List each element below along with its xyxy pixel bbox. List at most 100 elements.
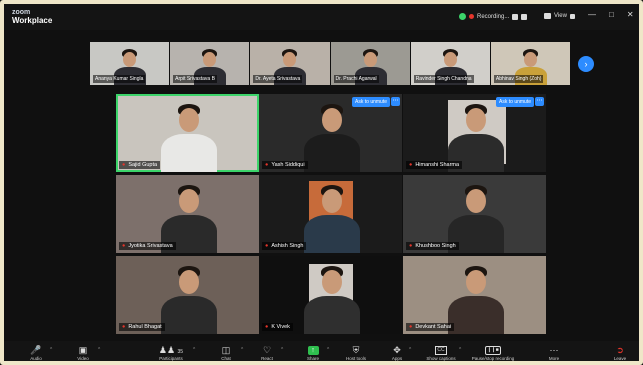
stop-icon[interactable] [521, 13, 528, 20]
mic-muted-icon: ● [265, 324, 269, 330]
react-options-icon[interactable]: ⌃ [280, 347, 284, 353]
participant-label: ● Ashish Singh [262, 242, 307, 250]
recording-text: Recording... [477, 13, 510, 20]
video-tile[interactable]: ● Rahul Bhagat [116, 256, 259, 334]
maximize-icon[interactable]: □ [609, 10, 614, 19]
minimize-icon[interactable]: — [588, 10, 596, 19]
host-tools-button[interactable]: ⛨ Host tools [334, 344, 378, 361]
view-options-icon [569, 13, 575, 19]
ask-to-unmute-button[interactable]: Ask to unmute [496, 97, 534, 107]
pause-icon[interactable] [512, 13, 519, 20]
more-button[interactable]: ⋯ More [532, 344, 576, 361]
chat-label: Chat [221, 356, 231, 361]
share-options-icon[interactable]: ⌃ [326, 347, 330, 353]
apps-button[interactable]: ✥ Apps [375, 344, 419, 361]
participant-label: ● Devkant Sahai [406, 323, 455, 331]
grid-icon [544, 13, 551, 19]
video-tile[interactable]: ● Khushboo Singh [403, 175, 546, 253]
participant-label: ● Yash Siddiqui [262, 161, 308, 169]
tile-more-icon[interactable]: ⋯ [535, 97, 544, 106]
filmstrip-tile[interactable]: Ravinder Singh Chandna [410, 42, 490, 85]
mic-muted-icon: ● [122, 324, 126, 330]
participant-name: Arpit Srivastava B [173, 75, 217, 83]
participant-name: Abhinav Singh (Zoh) [493, 75, 544, 83]
participants-label: Participants [159, 356, 183, 361]
participant-label: ● Khushboo Singh [406, 242, 459, 250]
mic-muted-icon: ● [265, 243, 269, 249]
video-options-icon[interactable]: ⌃ [97, 347, 101, 353]
mic-muted-icon: ● [409, 162, 413, 168]
captions-icon: CC [435, 346, 447, 356]
video-tile[interactable]: ● Jyotika Srivastava [116, 175, 259, 253]
shield-icon [459, 13, 466, 20]
filmstrip: Ananya Kumar Singla Arpit Srivastava B Dr.… [90, 42, 571, 85]
react-label: React [261, 356, 273, 361]
mic-muted-icon: ● [409, 243, 413, 249]
captions-button[interactable]: CC Show captions [419, 344, 463, 361]
participant-name: Ananya Kumar Singla [93, 75, 146, 83]
filmstrip-tile[interactable]: Arpit Srivastava B [170, 42, 250, 85]
video-tile[interactable]: ● K Vivek [259, 256, 402, 334]
recording-status[interactable]: Recording... [459, 13, 528, 20]
filmstrip-tile[interactable]: Ananya Kumar Singla [90, 42, 170, 85]
participants-icon: ♟♟ 35 [158, 345, 184, 355]
video-tile[interactable]: ● Devkant Sahai [403, 256, 546, 334]
tile-more-icon[interactable]: ⋯ [391, 97, 400, 106]
recording-control-button[interactable]: ❙❙■ Pause/stop recording [471, 344, 515, 361]
participants-options-icon[interactable]: ⌃ [192, 347, 196, 353]
mic-muted-icon: ● [409, 324, 413, 330]
filmstrip-next-button[interactable]: › [578, 56, 594, 72]
participant-name: Ashish Singh [271, 243, 304, 249]
filmstrip-tile[interactable]: Dr. Prachi Agarwal [330, 42, 410, 85]
leave-button[interactable]: ➲ Leave [604, 344, 636, 361]
video-tile[interactable]: ● Sajid Gupta [116, 94, 259, 172]
participant-name: Ravinder Singh Chandna [413, 75, 474, 83]
video-tile[interactable]: ● Ashish Singh [259, 175, 402, 253]
chat-options-icon[interactable]: ⌃ [240, 347, 244, 353]
participant-name: K Vivek [271, 324, 290, 330]
leave-icon: ➲ [616, 345, 624, 355]
ask-to-unmute-button[interactable]: Ask to unmute [352, 97, 390, 107]
mic-muted-icon: ● [122, 162, 126, 168]
participant-name: Himanshi Sharma [415, 162, 460, 168]
video-tile[interactable]: Ask to unmute ⋯ ● Himanshi Sharma [403, 94, 546, 172]
participant-label: ● Rahul Bhagat [119, 323, 165, 331]
filmstrip-tile[interactable]: Dr. Ayeta Srivastava [250, 42, 330, 85]
participants-button[interactable]: ♟♟ 35 Participants [149, 344, 193, 361]
participant-name: Jyotika Srivastava [128, 243, 173, 249]
zoom-logo: zoom Workplace [12, 9, 52, 25]
title-bar: zoom Workplace Recording... View — □ ✕ [4, 4, 639, 30]
view-button[interactable]: View [544, 13, 575, 19]
share-label: Share [306, 356, 319, 361]
captions-options-icon[interactable]: ⌃ [458, 347, 462, 353]
audio-options-icon[interactable]: ⌃ [49, 347, 53, 353]
video-label: Video [77, 356, 89, 361]
recording-control-label: Pause/stop recording [471, 356, 515, 361]
captions-label: Show captions [426, 356, 456, 361]
mic-muted-icon: ● [122, 243, 126, 249]
mic-muted-icon: ● [265, 162, 269, 168]
host-tools-label: Host tools [345, 356, 366, 361]
video-tile[interactable]: Ask to unmute ⋯ ● Yash Siddiqui [259, 94, 402, 172]
participant-name: Sajid Gupta [128, 162, 158, 168]
apps-options-icon[interactable]: ⌃ [408, 347, 412, 353]
participants-count: 35 [177, 349, 184, 355]
apps-icon: ✥ [393, 345, 401, 355]
window-controls: — □ ✕ [588, 10, 634, 19]
participant-label: ● Jyotika Srivastava [119, 242, 176, 250]
participant-label: ● Sajid Gupta [119, 161, 161, 169]
leave-label: Leave [613, 356, 627, 361]
zoom-window: zoom Workplace Recording... View — □ ✕ A… [0, 0, 643, 365]
participant-label: ● Himanshi Sharma [406, 161, 463, 169]
participant-name: Khushboo Singh [415, 243, 456, 249]
close-icon[interactable]: ✕ [627, 10, 634, 19]
pause-stop-icon: ❙❙■ [485, 346, 501, 356]
participant-label: ● K Vivek [262, 323, 293, 331]
logo-line2: Workplace [12, 16, 53, 25]
participant-name: Yash Siddiqui [271, 162, 305, 168]
meeting-toolbar: 🎤 Audio ⌃ ▣ Video ⌃ ♟♟ 35 Participants ⌃… [4, 341, 639, 361]
participant-name: Rahul Bhagat [128, 324, 162, 330]
filmstrip-tile[interactable]: Abhinav Singh (Zoh) [490, 42, 571, 85]
view-label: View [554, 13, 567, 19]
apps-label: Apps [391, 356, 403, 361]
